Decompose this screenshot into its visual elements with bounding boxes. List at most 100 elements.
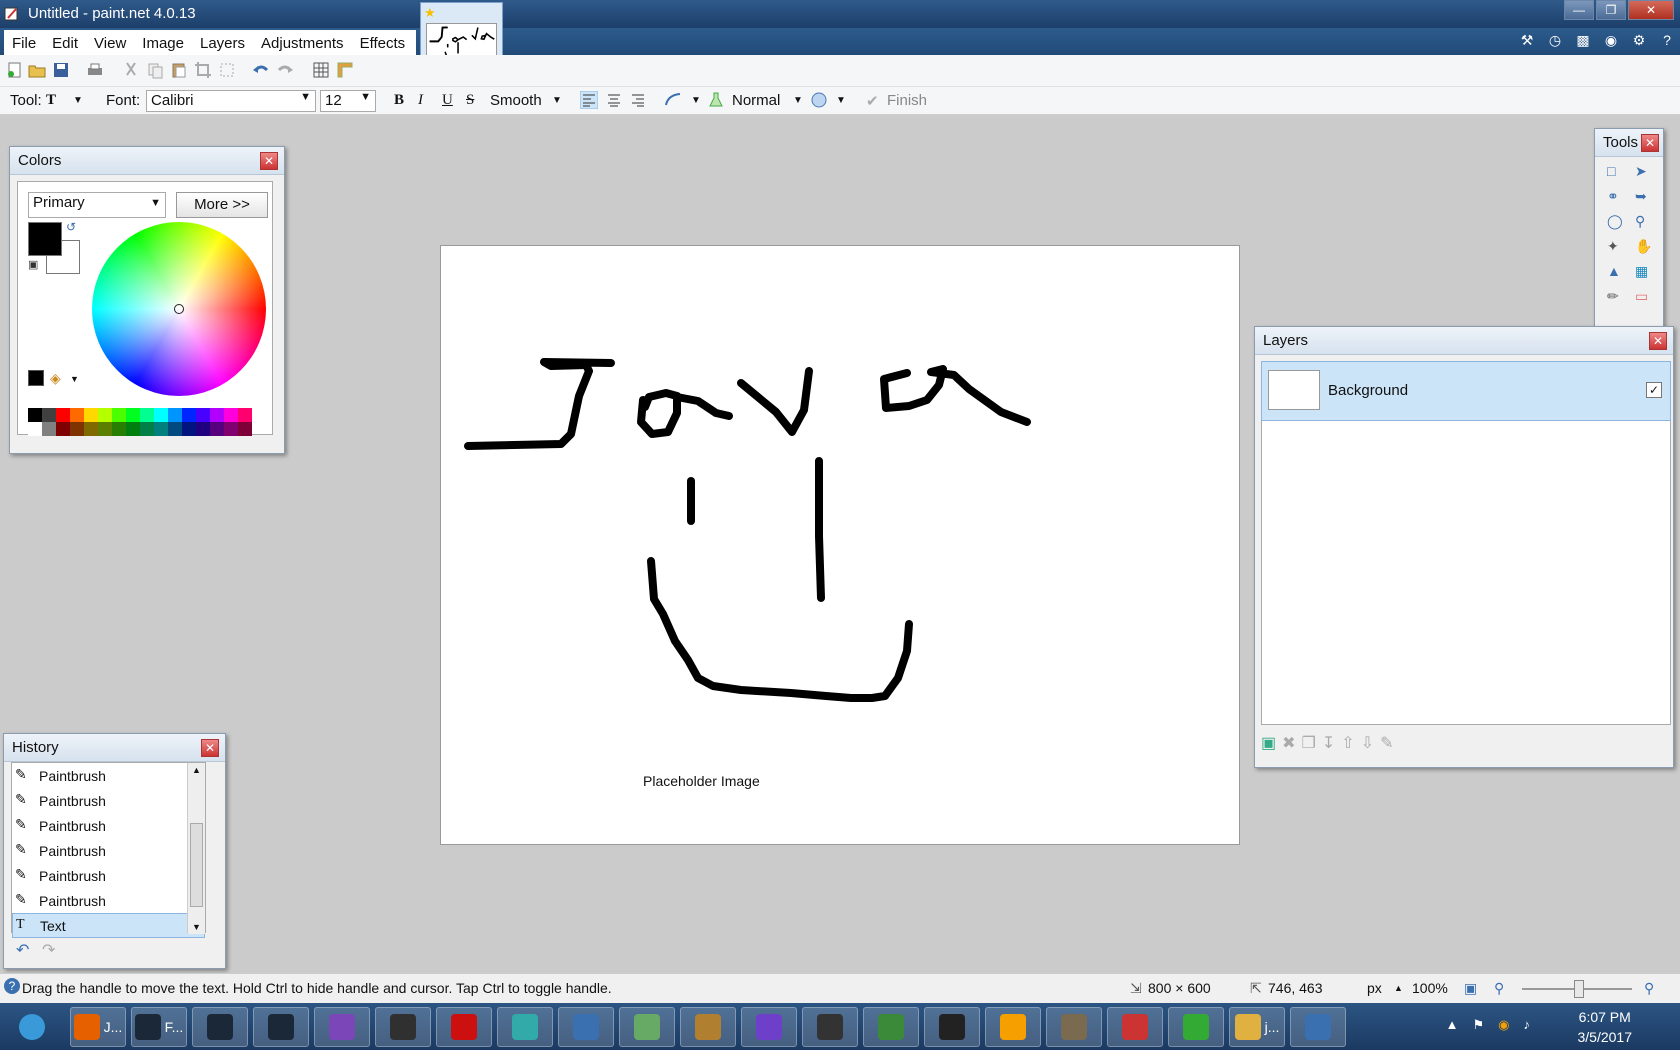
layers-panel-header[interactable]: Layers ✕ — [1255, 327, 1673, 355]
settings-gear-icon[interactable]: ⚙ — [1626, 28, 1652, 52]
palette-swatch[interactable] — [182, 422, 196, 436]
palette-swatch[interactable] — [56, 422, 70, 436]
move-layer-up-icon[interactable]: ⇧ — [1341, 733, 1354, 753]
help-icon[interactable]: ? — [1654, 28, 1680, 52]
layers-toggle-icon[interactable]: ▩ — [1570, 28, 1596, 52]
lasso-select-tool-icon[interactable]: ⚭ — [1607, 188, 1635, 205]
layer-properties-icon[interactable]: ✎ — [1380, 733, 1393, 753]
rulers-icon[interactable] — [336, 61, 354, 79]
minimize-button[interactable]: — — [1564, 0, 1594, 20]
palette-swatch[interactable] — [70, 408, 84, 422]
color-wheel[interactable] — [92, 222, 266, 396]
tray-chevron-icon[interactable]: ▲ — [1446, 1017, 1459, 1033]
blend-mode-select[interactable]: Normal — [732, 92, 780, 109]
deselect-icon[interactable] — [218, 61, 236, 79]
palette-swatch[interactable] — [112, 422, 126, 436]
taskbar-audacity[interactable] — [985, 1007, 1041, 1047]
strikethrough-button[interactable]: S — [466, 92, 474, 109]
paint-bucket-tool-icon[interactable]: ▲ — [1607, 263, 1635, 280]
layer-visibility-checkbox[interactable]: ✓ — [1646, 382, 1662, 398]
palette-swatch[interactable] — [140, 422, 154, 436]
colors-panel-header[interactable]: Colors ✕ — [10, 147, 284, 175]
tray-flag-icon[interactable]: ⚑ — [1473, 1017, 1485, 1033]
tool-dropdown-chevron-icon[interactable]: ▼ — [73, 95, 83, 106]
close-icon[interactable]: ✕ — [1649, 332, 1667, 350]
primary-color-swatch[interactable] — [28, 222, 62, 256]
taskbar-notepad[interactable] — [619, 1007, 675, 1047]
align-center-icon[interactable] — [605, 91, 623, 109]
palette-swatch[interactable] — [28, 422, 42, 436]
taskbar-network-app[interactable] — [558, 1007, 614, 1047]
add-to-palette-icon[interactable] — [28, 370, 44, 386]
more-colors-button[interactable]: More >> — [176, 192, 268, 218]
history-item[interactable]: ✎ Paintbrush — [12, 863, 205, 888]
history-redo-icon[interactable]: ↷ — [42, 940, 55, 960]
magic-wand-tool-icon[interactable]: ✦ — [1607, 238, 1635, 255]
pan-tool-icon[interactable]: ✋ — [1635, 238, 1663, 255]
palette-menu-icon[interactable]: ◈ — [50, 370, 61, 387]
taskbar-terminal[interactable] — [924, 1007, 980, 1047]
palette-swatch[interactable] — [224, 422, 238, 436]
antialiasing-icon[interactable] — [664, 91, 682, 109]
history-panel-header[interactable]: History ✕ — [4, 734, 225, 762]
reset-colors-icon[interactable]: ▣ — [28, 258, 38, 271]
palette-swatch[interactable] — [210, 422, 224, 436]
taskbar-window-app[interactable] — [497, 1007, 553, 1047]
move-layer-down-icon[interactable]: ⇩ — [1361, 733, 1374, 753]
palette-swatch[interactable] — [56, 408, 70, 422]
palette-swatch[interactable] — [154, 422, 168, 436]
close-icon[interactable]: ✕ — [1641, 134, 1659, 152]
zoom-in-icon[interactable]: ⚲ — [1644, 980, 1654, 997]
maximize-button[interactable]: ❐ — [1596, 0, 1626, 20]
taskbar-clock[interactable]: 6:07 PM 3/5/2017 — [1578, 1007, 1633, 1047]
taskbar-dosbox[interactable] — [680, 1007, 736, 1047]
rectangle-select-tool-icon[interactable]: □ — [1607, 163, 1635, 180]
menu-adjustments[interactable]: Adjustments — [253, 35, 352, 52]
menu-file[interactable]: File — [4, 35, 44, 52]
unit-select[interactable]: px — [1367, 980, 1382, 996]
color-mode-select[interactable]: Primary ▼ — [28, 192, 166, 218]
chevron-down-icon[interactable]: ▼ — [70, 374, 79, 384]
paste-icon[interactable] — [170, 61, 188, 79]
chevron-down-icon[interactable]: ▼ — [691, 95, 701, 106]
font-size-select[interactable]: 12 ▼ — [320, 90, 376, 112]
palette-swatch[interactable] — [84, 422, 98, 436]
selection-mode-icon[interactable] — [810, 91, 828, 109]
taskbar-firefox[interactable]: J... — [70, 1007, 126, 1047]
gradient-tool-icon[interactable]: ▦ — [1635, 263, 1663, 280]
color-wheel-cursor[interactable] — [174, 304, 184, 314]
tray-volume-icon[interactable]: ♪ — [1524, 1017, 1531, 1033]
bold-button[interactable]: B — [394, 92, 404, 109]
menu-edit[interactable]: Edit — [44, 35, 86, 52]
close-icon[interactable]: ✕ — [260, 152, 278, 170]
paintbrush-tool-icon[interactable]: ✏ — [1607, 288, 1635, 305]
scroll-down-icon[interactable]: ▼ — [192, 922, 201, 932]
menu-image[interactable]: Image — [134, 35, 192, 52]
text-tool-icon[interactable]: T — [46, 92, 56, 109]
antialias-select[interactable]: Smooth — [490, 92, 542, 109]
taskbar-xbox-app[interactable] — [1168, 1007, 1224, 1047]
palette-swatch[interactable] — [168, 408, 182, 422]
palette-swatch[interactable] — [196, 422, 210, 436]
menu-view[interactable]: View — [86, 35, 134, 52]
merge-layer-down-icon[interactable]: ↧ — [1322, 733, 1335, 753]
taskbar-steam-1[interactable]: F... — [131, 1007, 187, 1047]
chevron-down-icon[interactable]: ▼ — [552, 95, 562, 106]
history-item[interactable]: ✎ Paintbrush — [12, 813, 205, 838]
swap-colors-icon[interactable]: ↺ — [66, 220, 76, 234]
redo-icon[interactable] — [276, 61, 294, 79]
menu-layers[interactable]: Layers — [192, 35, 253, 52]
image-canvas[interactable]: Placeholder Image — [440, 245, 1240, 845]
taskbar-ring-app[interactable] — [802, 1007, 858, 1047]
palette-swatch[interactable] — [28, 408, 42, 422]
move-selected-tool-icon[interactable]: ➥ — [1635, 188, 1663, 205]
taskbar-start[interactable] — [4, 1007, 60, 1047]
taskbar-github[interactable] — [741, 1007, 797, 1047]
move-selection-tool-icon[interactable]: ➤ — [1635, 163, 1663, 180]
palette-swatch[interactable] — [42, 422, 56, 436]
palette-swatch[interactable] — [238, 422, 252, 436]
history-item[interactable]: T Text — [12, 913, 205, 938]
history-item[interactable]: ✎ Paintbrush — [12, 788, 205, 813]
palette-swatch[interactable] — [42, 408, 56, 422]
taskbar-paintnet[interactable] — [1290, 1007, 1346, 1047]
